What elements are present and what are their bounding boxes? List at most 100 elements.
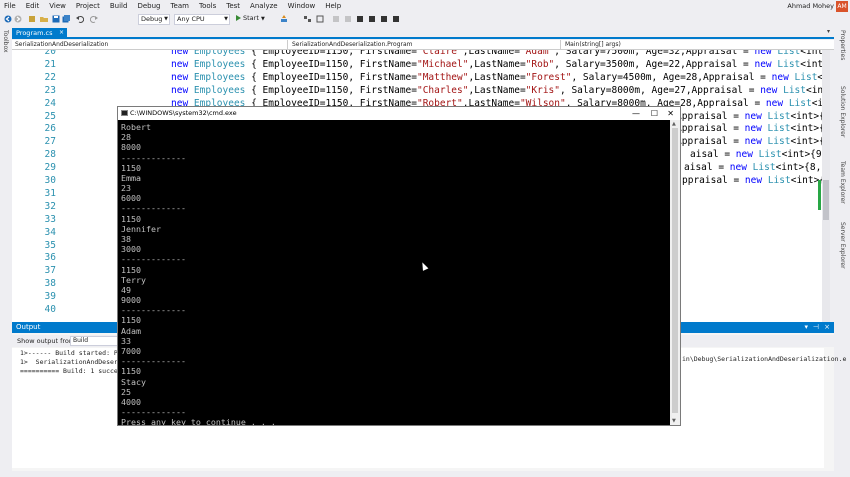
code-token: new	[765, 97, 784, 109]
document-tab-strip: Program.cs × ▾	[12, 28, 834, 39]
bookmark-prev-icon[interactable]	[356, 15, 364, 23]
project-dropdown[interactable]: SerializationAndDeserialization	[12, 40, 288, 49]
save-icon[interactable]	[52, 15, 60, 23]
menu-debug[interactable]: Debug	[137, 2, 160, 10]
uncomment-icon[interactable]	[344, 15, 352, 23]
line-number-gutter: 20 21 22 23 24 25 26 27 28 29 30 31 32 33 34 35 36 37 38 39…	[12, 50, 74, 322]
platform-select[interactable]: Any CPU ▼	[174, 14, 230, 25]
console-window[interactable]: C:\WINDOWS\system32\cmd.exe — ☐ ✕ Robert…	[117, 106, 681, 426]
back-icon[interactable]	[4, 15, 12, 23]
undo-icon[interactable]	[76, 15, 84, 23]
code-token: List	[767, 110, 791, 122]
solution-explorer-icon[interactable]	[304, 15, 312, 23]
show-output-label: Show output from:	[17, 337, 78, 345]
solution-config-select[interactable]: Debug ▼	[138, 14, 170, 25]
redo-icon[interactable]	[90, 15, 98, 23]
member-dropdown[interactable]: Main(string[] args)	[562, 40, 832, 49]
menu-help[interactable]: Help	[325, 2, 341, 10]
class-dropdown[interactable]: SerializationAndDeserialization.Program	[289, 40, 561, 49]
open-file-icon[interactable]	[40, 15, 48, 23]
platform-value: Any CPU	[177, 15, 205, 23]
user-name[interactable]: Ahmad Mohey	[787, 2, 834, 10]
menu-build[interactable]: Build	[110, 2, 128, 10]
close-icon[interactable]: ✕	[667, 107, 674, 120]
code-token: "Matthew"	[416, 71, 469, 83]
console-line: 1150	[121, 213, 141, 224]
comment-icon[interactable]	[332, 15, 340, 23]
new-project-icon[interactable]	[28, 15, 36, 23]
code-token: "Adam"	[519, 50, 555, 57]
tab-overflow-icon[interactable]: ▾	[827, 28, 830, 35]
menu-analyze[interactable]: Analyze	[250, 2, 278, 10]
menu-window[interactable]: Window	[288, 2, 316, 10]
console-scrollbar[interactable]: ▲ ▼	[670, 120, 680, 425]
console-line: -------------	[121, 254, 186, 265]
code-token: , Salary=8000m, Age=27,Appraisal =	[560, 84, 761, 96]
console-line: 4000	[121, 396, 141, 407]
menu-test[interactable]: Test	[226, 2, 240, 10]
scrollbar-thumb[interactable]	[672, 128, 678, 413]
team-explorer-tab[interactable]: Team Explorer	[839, 161, 846, 204]
code-token: Employees	[193, 50, 246, 57]
console-line: Robert	[121, 122, 151, 132]
clear-bookmarks-icon[interactable]	[392, 15, 400, 23]
output-line-tail: in\Debug\SerializationAndDeserialization…	[682, 355, 847, 363]
line-number: 32	[44, 200, 56, 212]
code-token: "Forest"	[525, 71, 572, 83]
console-output[interactable]: Robert 28 8000 ------------- 1150 Emma 23 6000-…	[118, 120, 670, 425]
avatar[interactable]: AM	[836, 1, 848, 12]
project-name: SerializationAndDeserialization	[15, 41, 109, 48]
bookmark-icon[interactable]	[316, 15, 324, 23]
code-token: List	[777, 50, 801, 57]
bookmark-folder-icon[interactable]	[380, 15, 388, 23]
minimize-icon[interactable]: —	[632, 107, 640, 120]
menu-team[interactable]: Team	[170, 2, 189, 10]
maximize-icon[interactable]: ☐	[651, 107, 658, 120]
close-icon[interactable]: ×	[59, 28, 64, 38]
code-line: new Employees { EmployeeID=1150, FirstNa…	[171, 59, 830, 70]
menu-items: File Edit View Project Build Debug Team Tools Te…	[4, 2, 341, 10]
scrollbar-thumb[interactable]	[823, 180, 829, 220]
solution-explorer-tab[interactable]: Solution Explorer	[839, 86, 846, 137]
class-name: SerializationAndDeserialization.Program	[292, 41, 413, 48]
menu-project[interactable]: Project	[76, 2, 100, 10]
scroll-up-icon[interactable]: ▲	[672, 121, 676, 127]
scroll-down-icon[interactable]: ▼	[672, 418, 676, 424]
menu-file[interactable]: File	[4, 2, 16, 10]
save-all-icon[interactable]	[62, 15, 70, 23]
code-token: , Salary=4500m, Age=28,Appraisal =	[571, 71, 772, 83]
code-token: "Charles"	[416, 84, 469, 96]
server-explorer-tab[interactable]: Server Explorer	[839, 222, 846, 269]
menu-tools[interactable]: Tools	[199, 2, 216, 10]
console-line: Jennifer	[121, 223, 161, 234]
toolbox-tab[interactable]: Toolbox	[2, 30, 9, 53]
code-token: ,LastName=	[468, 84, 526, 96]
code-token: new	[171, 58, 189, 70]
chevron-down-icon[interactable]: ▾	[804, 322, 808, 333]
menu-edit[interactable]: Edit	[26, 2, 40, 10]
close-icon[interactable]: ×	[824, 322, 830, 333]
line-number: 30	[44, 175, 56, 186]
line-number: 22	[44, 71, 56, 83]
properties-tab[interactable]: Properties	[839, 30, 846, 60]
line-number: 31	[44, 187, 56, 199]
tab-program-cs[interactable]: Program.cs ×	[12, 28, 67, 38]
bookmark-next-icon[interactable]	[368, 15, 376, 23]
code-token: { EmployeeID=1150, FirstName=	[245, 71, 417, 83]
start-button[interactable]: Start ▼	[236, 14, 265, 22]
browser-link-icon[interactable]	[280, 15, 288, 23]
pin-icon[interactable]: ⊣	[813, 322, 819, 333]
forward-icon[interactable]	[14, 15, 22, 23]
code-token: new	[771, 71, 789, 83]
play-icon	[236, 15, 241, 21]
console-line: 1150	[121, 315, 141, 326]
menu-bar: File Edit View Project Build Debug Team Tools Te…	[0, 0, 850, 13]
menu-view[interactable]: View	[49, 2, 66, 10]
editor-scrollbar[interactable]	[822, 50, 830, 322]
navigation-bar: SerializationAndDeserialization Serializ…	[12, 40, 834, 50]
console-title-bar[interactable]: C:\WINDOWS\system32\cmd.exe — ☐ ✕	[118, 107, 680, 120]
code-line-tail: ppraisal = new List<int>{8,7,	[682, 175, 830, 186]
code-token: new	[754, 58, 772, 70]
code-token: List	[794, 71, 818, 83]
code-token: ppraisal =	[682, 175, 745, 186]
